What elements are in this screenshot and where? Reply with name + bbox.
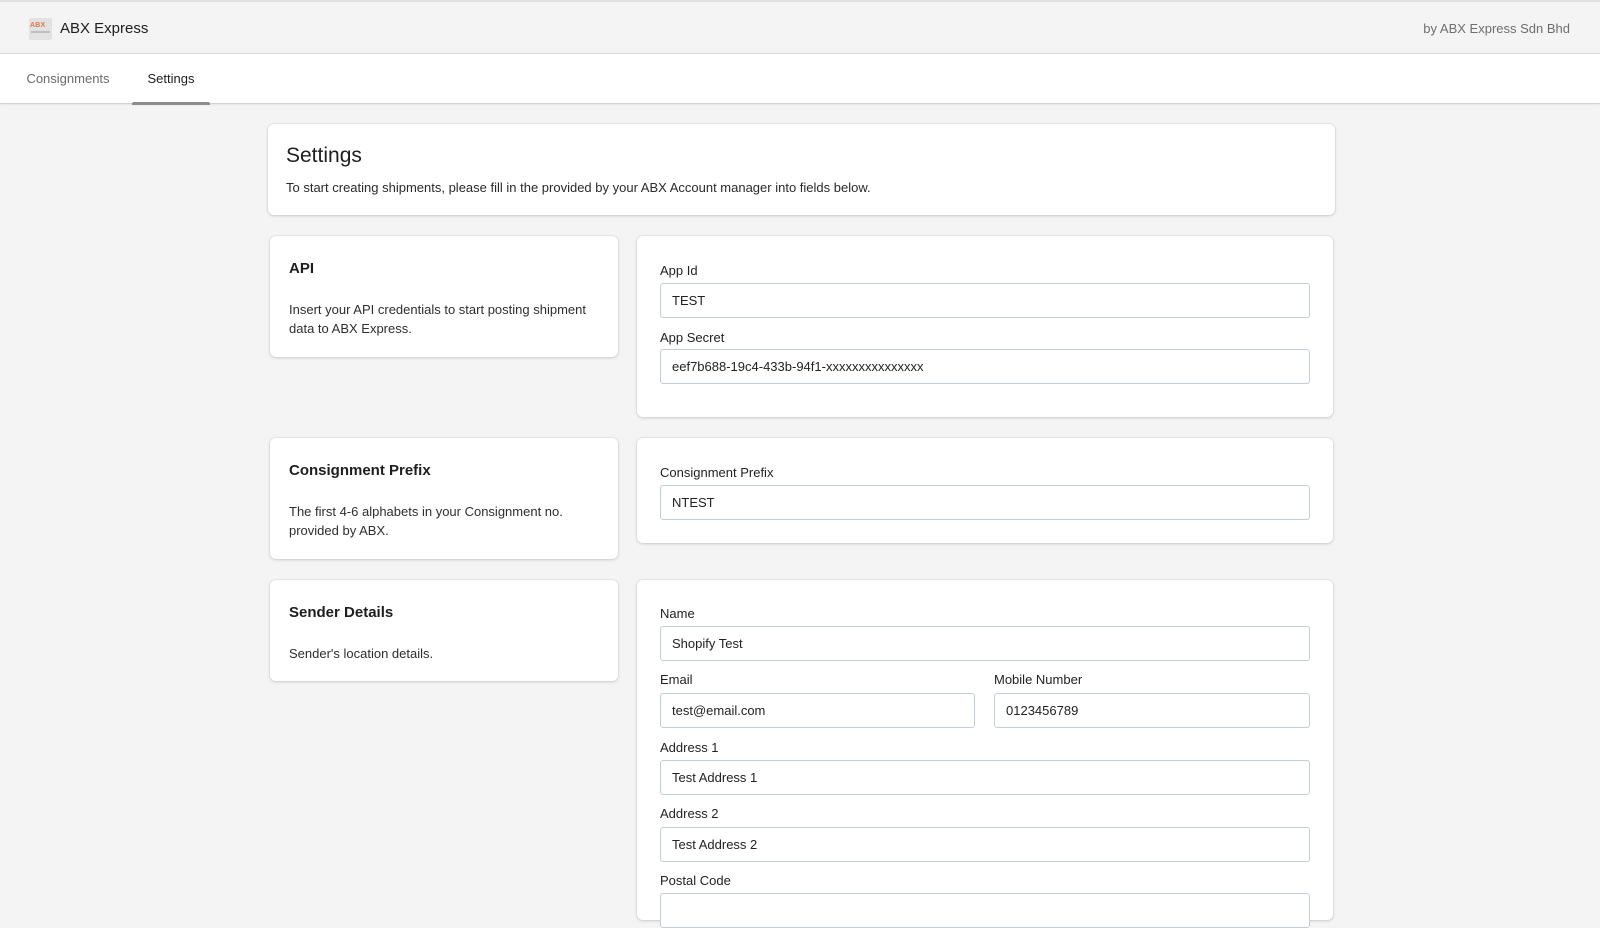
sender-name-label: Name [660,606,695,621]
page-title: Settings [286,144,362,167]
app-id-label: App Id [660,263,698,278]
tab-consignments[interactable]: Consignments [14,54,122,104]
sender-mobile-input[interactable] [994,693,1310,728]
sender-address1-label: Address 1 [660,740,719,755]
prefix-heading: Consignment Prefix [289,462,431,479]
sender-info-card: Sender Details Sender's location details… [270,580,618,681]
logo-underline [31,31,50,33]
app-secret-input[interactable] [660,349,1310,384]
prefix-description: The first 4-6 alphabets in your Consignm… [289,504,563,538]
abx-logo-icon: ABX [29,18,52,40]
sender-postal-code-label: Postal Code [660,873,731,888]
consignment-prefix-input[interactable] [660,485,1310,520]
app-id-input[interactable] [660,283,1310,318]
app-byline: by ABX Express Sdn Bhd [1423,21,1570,36]
settings-intro-card: Settings To start creating shipments, pl… [268,124,1335,215]
app-secret-label: App Secret [660,330,725,345]
sender-email-label: Email [660,672,693,687]
sender-postal-code-input[interactable] [660,893,1310,928]
app-title: ABX Express [60,20,149,37]
api-form-card: App Id App Secret [637,236,1333,417]
sender-heading: Sender Details [289,604,394,621]
tab-settings[interactable]: Settings [132,54,210,105]
api-heading: API [289,260,315,277]
sender-address2-label: Address 2 [660,806,719,821]
sender-address1-input[interactable] [660,760,1310,795]
tab-bar: Consignments Settings [0,54,1600,105]
prefix-form-card: Consignment Prefix [637,438,1333,543]
page-description: To start creating shipments, please fill… [286,180,871,195]
logo-text: ABX [30,22,46,29]
app-header: ABX ABX Express by ABX Express Sdn Bhd [0,0,1600,54]
sender-form-card: Name Email Mobile Number Address 1 Addre… [637,580,1333,928]
api-description: Insert your API credentials to start pos… [289,302,586,336]
api-info-card: API Insert your API credentials to start… [270,236,618,357]
sender-description: Sender's location details. [289,646,434,661]
sender-mobile-label: Mobile Number [994,672,1083,687]
prefix-info-card: Consignment Prefix The first 4-6 alphabe… [270,438,618,559]
consignment-prefix-label: Consignment Prefix [660,465,774,480]
sender-name-input[interactable] [660,626,1310,661]
sender-email-input[interactable] [660,693,975,728]
sender-address2-input[interactable] [660,827,1310,862]
